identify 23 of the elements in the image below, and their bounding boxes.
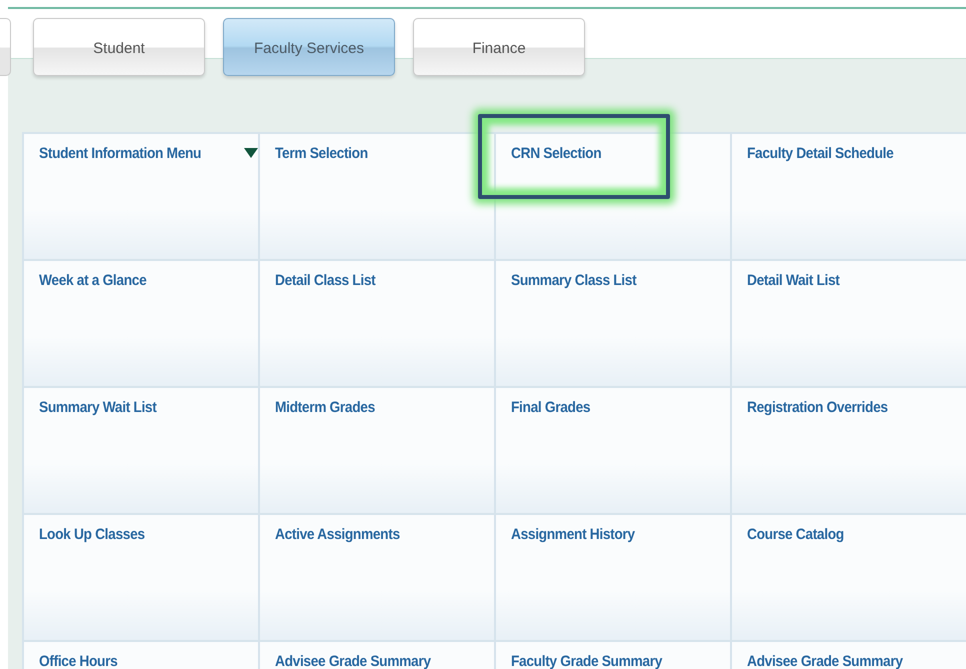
menu-link[interactable]: Summary Class List (511, 272, 636, 289)
menu-link[interactable]: Final Grades (511, 399, 590, 416)
menu-link[interactable]: Summary Wait List (39, 399, 156, 416)
menu-link[interactable]: Active Assignments (275, 526, 400, 543)
menu-link[interactable]: Midterm Grades (275, 399, 375, 416)
menu-link[interactable]: Office Hours (39, 653, 118, 669)
menu-link[interactable]: Advisee Grade Summary (275, 653, 431, 669)
tab[interactable]: Faculty Services (223, 18, 395, 76)
menu-link[interactable]: Faculty Detail Schedule (747, 145, 894, 162)
menu-link[interactable]: Term Selection (275, 145, 368, 162)
menu-link[interactable]: Assignment History (511, 526, 635, 543)
menu-link[interactable]: Advisee Grade Summary (747, 653, 903, 669)
menu-link[interactable]: Student Information Menu (39, 145, 202, 162)
menu-link[interactable]: Detail Class List (275, 272, 376, 289)
menu-link[interactable]: Detail Wait List (747, 272, 840, 289)
tab[interactable]: Student (33, 18, 205, 76)
menu-link[interactable]: Registration Overrides (747, 399, 888, 416)
menu-link[interactable]: Week at a Glance (39, 272, 146, 289)
menu-link[interactable]: Faculty Grade Summary (511, 653, 662, 669)
menu-link[interactable]: Look Up Classes (39, 526, 145, 543)
menu-link[interactable]: Course Catalog (747, 526, 844, 543)
tab[interactable]: Finance (413, 18, 585, 76)
menu-link[interactable]: CRN Selection (511, 145, 602, 162)
